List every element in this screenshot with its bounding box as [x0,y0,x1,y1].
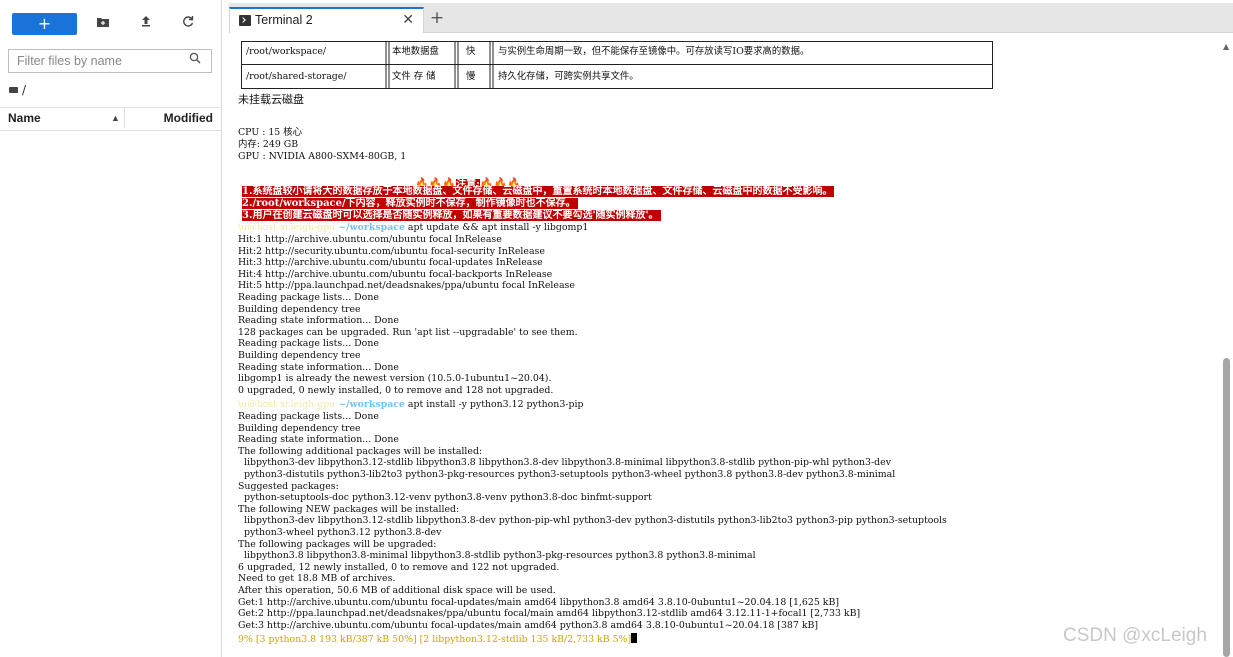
output-line: python3-distutils python3-lib2to3 python… [238,469,896,480]
storage-table: /root/workspace/ 本地数据盘 快 与实例生命周期一致，但不能保存… [241,41,993,89]
notice-line-1: 1.系统盘较小请将大的数据存放于本地数据盘、文件存储、云磁盘中，重置系统时本地数… [242,186,835,197]
tab-terminal-2[interactable]: Terminal 2 ✕ [229,7,424,33]
notice-line-3: 3.用户在创建云磁盘时可以选择是否随实例释放，如果有重要数据建议不要勾选'随实例… [242,210,661,221]
sort-ascending-icon[interactable]: ▲ [111,108,120,128]
add-tab-button[interactable]: + [426,7,448,31]
output-line: libpython3.8 libpython3.8-minimal libpyt… [238,550,756,562]
column-divider [124,108,125,128]
tab-label: Terminal 2 [255,13,313,27]
breadcrumb[interactable]: / [9,82,26,98]
prompt-dir: ~/workspace [338,399,405,410]
prompt-command: apt install -y python3.12 python3-pip [404,399,584,410]
prompt-line-1: \u@host-xcleigh-gpu ~/workspace apt upda… [238,222,588,234]
prompt-user: \u@host-xcleigh-gpu [238,222,336,233]
output-line: Reading package lists... Done [238,411,379,422]
table-cell-path: /root/shared-storage/ [246,71,347,82]
notice-title: 🔥🔥🔥注意:🔥🔥🔥 [415,172,521,190]
folder-icon [9,87,18,93]
output-line: Get:2 http://ppa.launchpad.net/deadsnake… [238,608,861,620]
output-line: Reading package lists... Done [238,292,379,303]
output-line: libpython3-dev libpython3.12-stdlib libp… [238,515,947,527]
watermark: CSDN @xcLeigh [1063,625,1207,646]
output-line: Need to get 18.8 MB of archives. [238,573,396,585]
breadcrumb-root[interactable]: / [22,83,26,97]
refresh-icon[interactable] [177,13,199,35]
terminal-output[interactable]: /root/workspace/ 本地数据盘 快 与实例生命周期一致，但不能保存… [229,33,1218,657]
file-list-header: Name ▲ Modified [0,107,222,131]
prompt-line-2: \u@host-xcleigh-gpu ~/workspace apt inst… [238,399,583,411]
table-cell-type: 本地数据盘 [392,46,439,57]
table-cell-desc: 持久化存储，可跨实例共享文件。 [498,71,639,82]
output-line: libgomp1 is already the newest version (… [238,373,552,385]
upload-icon[interactable] [135,13,157,35]
notice-line-2: 2./root/workspace/下内容，释放实例时不保存，制作镜像时也不保存… [242,198,578,209]
output-line: 6 upgraded, 12 newly installed, 0 to rem… [238,561,560,573]
no-cloud-disk-line: 未挂载云磁盘 [238,93,304,106]
table-cell-desc: 与实例生命周期一致，但不能保存至镜像中。可存放读写IO要求高的数据。 [498,46,810,57]
sysinfo-gpu: GPU : NVIDIA A800-SXM4-80GB, 1 [238,151,407,162]
terminal-scrollbar[interactable]: ▲ [1220,40,1233,657]
output-line: 0 upgraded, 0 newly installed, 0 to remo… [238,384,554,396]
progress-line: 9% [3 python3.8 193 kB/387 kB 50%] [2 li… [238,633,638,645]
output-line: Building dependency tree [238,303,361,315]
prompt-dir: ~/workspace [338,222,405,233]
table-cell-type: 文件 存 储 [392,71,436,82]
output-line: Hit:2 http://security.ubuntu.com/ubuntu … [238,245,545,257]
prompt-user: \u@host-xcleigh-gpu [238,399,336,410]
filter-files-input[interactable] [9,50,187,72]
progress-text: 9% [3 python3.8 193 kB/387 kB 50%] [2 li… [238,634,632,645]
output-line: The following additional packages will b… [238,445,483,457]
output-line: Reading state information... Done [238,361,399,373]
output-line: libpython3-dev libpython3.12-stdlib libp… [238,457,892,469]
output-line: Hit:5 http://ppa.launchpad.net/deadsnake… [238,280,575,292]
output-line: Building dependency tree [238,350,361,361]
table-cell-speed: 慢 [466,71,476,82]
sysinfo-cpu: CPU : 15 核心 [238,127,302,138]
output-line: python3-wheel python3.12 python3.8-dev [238,527,442,538]
sysinfo-mem: 内存: 249 GB [238,139,299,150]
table-cell-speed: 快 [466,46,476,57]
output-line: Hit:1 http://archive.ubuntu.com/ubuntu f… [238,234,502,245]
output-line: Reading state information... Done [238,315,399,327]
table-cell-path: /root/workspace/ [246,46,327,57]
close-tab-icon[interactable]: ✕ [402,11,414,28]
output-line: Hit:3 http://archive.ubuntu.com/ubuntu f… [238,257,543,269]
output-line: python-setuptools-doc python3.12-venv py… [238,492,652,504]
output-line: 128 packages can be upgraded. Run 'apt l… [238,326,578,338]
new-launcher-button[interactable]: + [12,13,77,35]
output-line: Reading state information... Done [238,434,399,446]
file-browser-toolbar: + [0,6,222,40]
output-line: Get:3 http://archive.ubuntu.com/ubuntu f… [238,619,819,631]
terminal-icon [239,15,251,26]
column-modified-header[interactable]: Modified [164,108,213,128]
output-line: The following NEW packages will be insta… [238,503,460,515]
main-area: Terminal 2 ✕ + /root/workspace/ 本地数据盘 快 … [229,0,1233,657]
output-line: Suggested packages: [238,480,339,492]
prompt-command: apt update && apt install -y libgomp1 [404,222,589,233]
terminal-cursor [631,633,638,643]
search-icon [189,52,205,70]
file-browser-panel: + / Name ▲ Modified [0,0,222,657]
output-line: Get:1 http://archive.ubuntu.com/ubuntu f… [238,596,839,608]
output-line: The following packages will be upgraded: [238,538,437,550]
scrollbar-thumb[interactable] [1223,358,1230,657]
output-line: After this operation, 50.6 MB of additio… [238,585,556,596]
tab-bar: Terminal 2 ✕ + [229,3,1233,33]
column-name-header[interactable]: Name [8,108,41,128]
filter-files-field[interactable] [8,49,212,73]
output-line: Reading package lists... Done [238,338,379,350]
scroll-up-icon[interactable]: ▲ [1223,42,1229,51]
output-line: Building dependency tree [238,422,361,434]
output-line: Hit:4 http://archive.ubuntu.com/ubuntu f… [238,268,553,280]
new-folder-icon[interactable] [92,13,114,35]
